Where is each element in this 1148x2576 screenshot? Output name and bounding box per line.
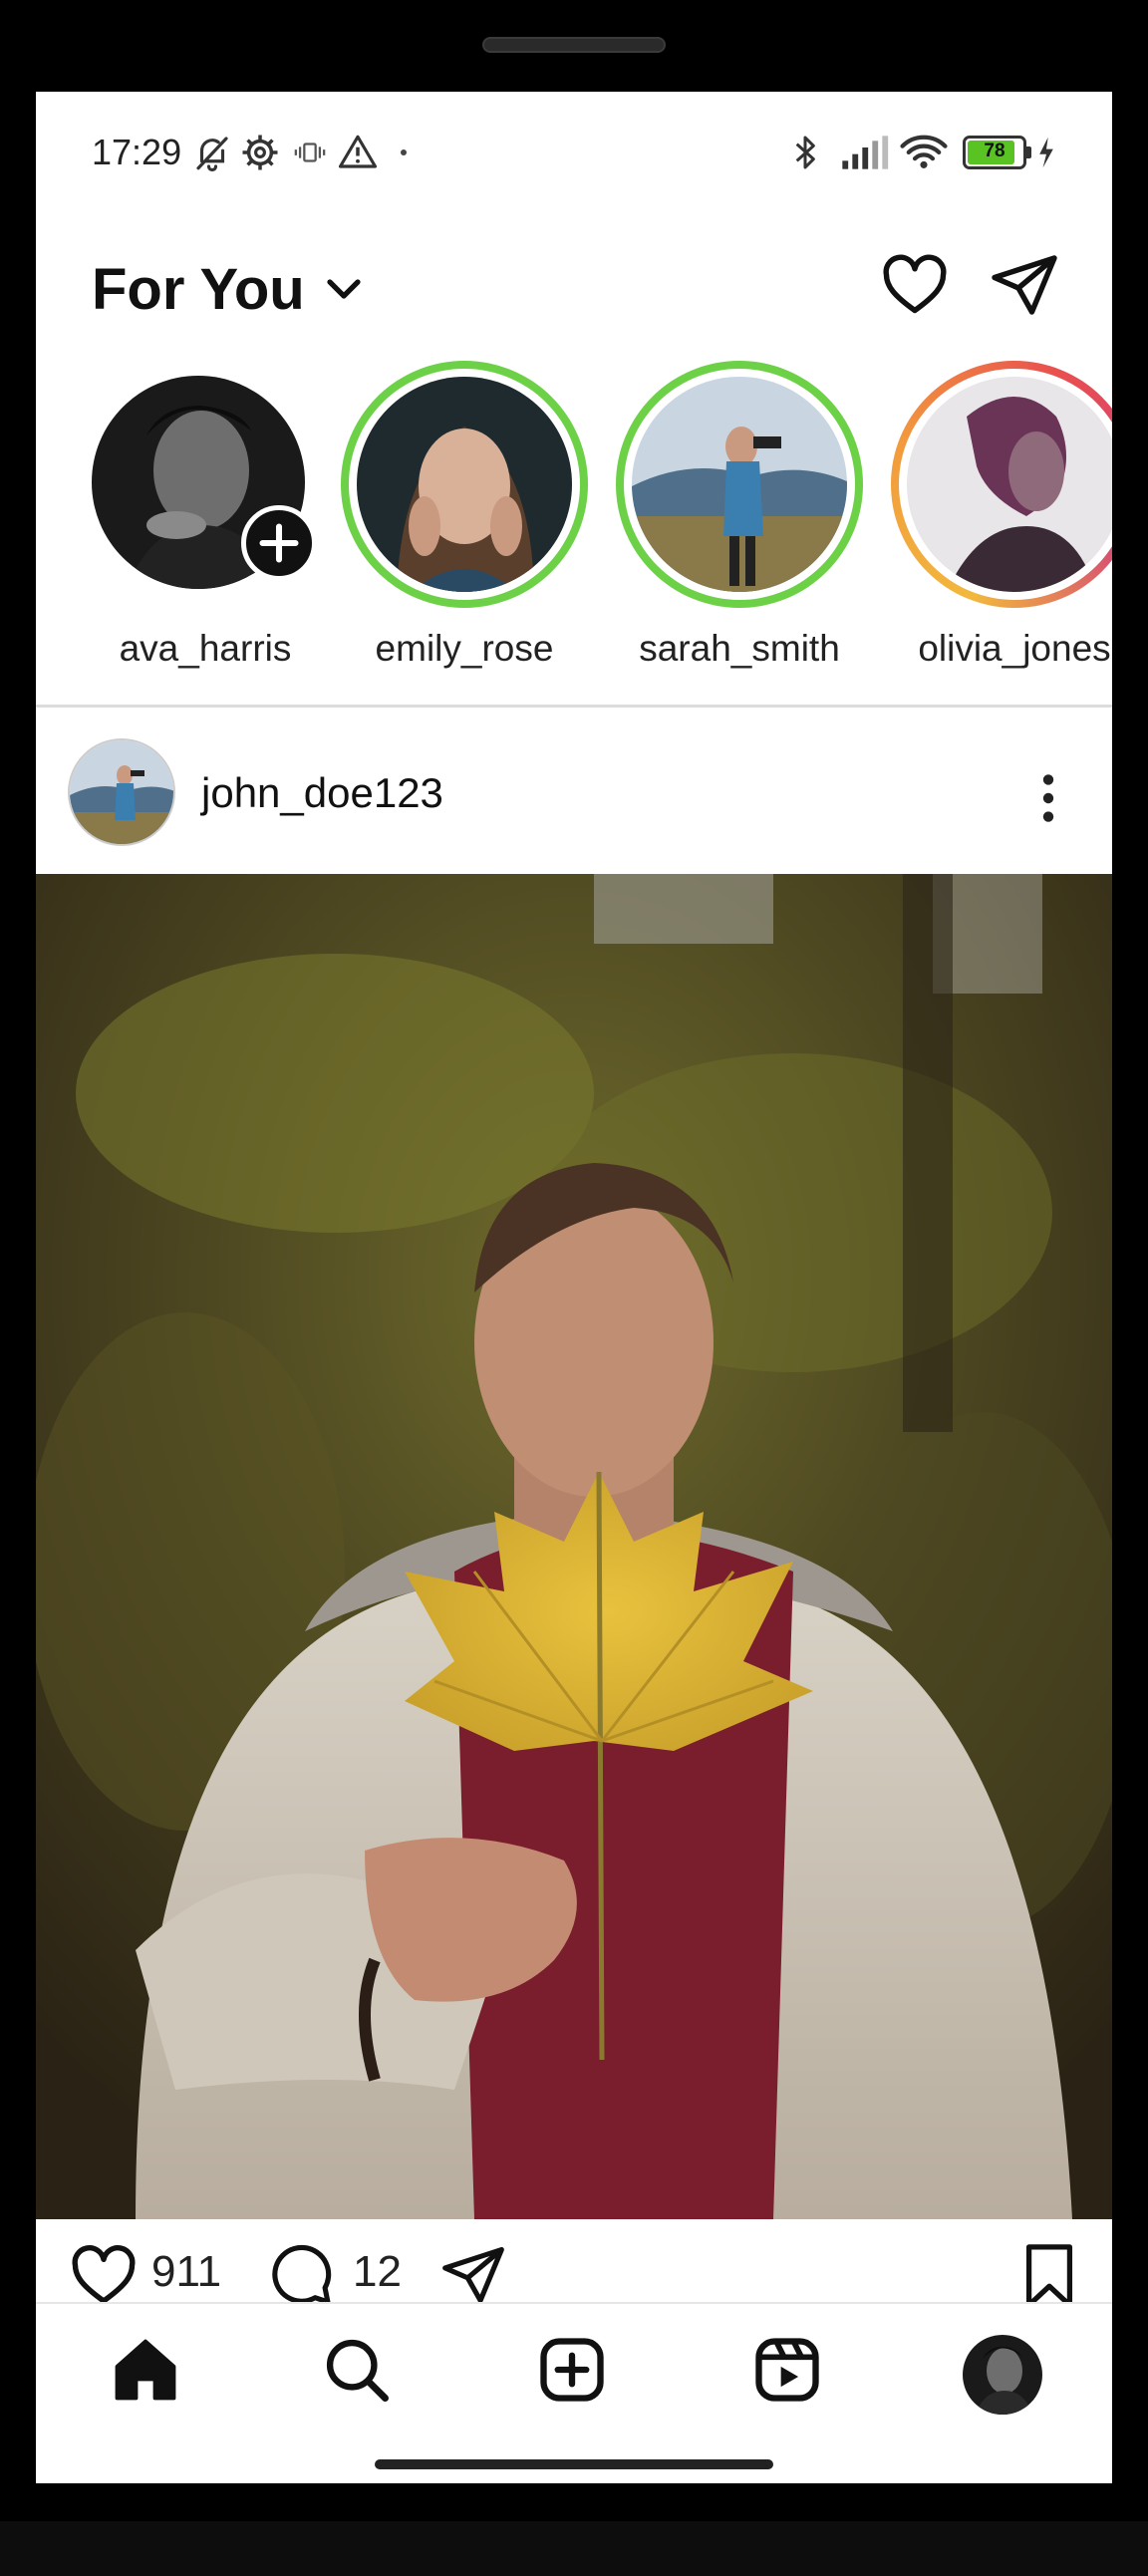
charging-bolt-icon — [1039, 137, 1053, 168]
send-icon[interactable] — [989, 249, 1060, 321]
alert-triangle-icon — [338, 135, 378, 168]
add-post-icon[interactable] — [534, 2332, 610, 2408]
phone-frame: 17:29 78 For You ava_harris emily_rose s… — [0, 0, 1148, 2576]
status-time: 17:29 — [92, 132, 182, 172]
story-avatar — [632, 377, 847, 592]
bell-off-icon — [196, 137, 228, 172]
status-bar: 17:29 78 — [36, 92, 1112, 216]
post-author-avatar[interactable] — [68, 738, 175, 846]
add-story-button[interactable] — [241, 505, 317, 581]
battery-icon: 78 — [963, 136, 1031, 169]
bluetooth-icon — [795, 136, 815, 169]
share-icon[interactable] — [438, 2241, 508, 2309]
app-screen: 17:29 78 For You ava_harris emily_rose s… — [36, 92, 1112, 2483]
bottom-navigation — [36, 2302, 1112, 2483]
settings-gear-icon — [242, 135, 278, 170]
search-icon[interactable] — [319, 2332, 395, 2408]
comment-icon[interactable] — [267, 2241, 335, 2309]
post-username[interactable]: john_doe123 — [201, 769, 443, 817]
story-username: olivia_jones — [918, 628, 1111, 669]
stories-row: ava_harris emily_rose sarah_smith olivia… — [36, 361, 1112, 705]
reels-icon[interactable] — [749, 2332, 825, 2408]
bookmark-icon[interactable] — [1018, 2241, 1080, 2311]
wifi-icon — [900, 135, 948, 168]
signal-icon — [842, 136, 889, 169]
profile-avatar[interactable] — [963, 2335, 1042, 2415]
phone-bottom-bezel — [0, 2521, 1148, 2576]
post-actions-bar: 911 12 — [36, 2219, 1112, 2308]
comment-count: 12 — [353, 2247, 402, 2296]
story-item-olivia-jones[interactable]: olivia_jones — [891, 361, 1112, 700]
dot-icon — [401, 149, 407, 155]
post-image[interactable] — [36, 874, 1112, 2219]
story-avatar — [907, 377, 1112, 592]
story-item-sarah-smith[interactable]: sarah_smith — [616, 361, 875, 700]
plus-icon — [259, 523, 299, 563]
earpiece-speaker — [482, 37, 666, 53]
post-header: john_doe123 — [36, 708, 1112, 872]
vibrate-icon — [294, 143, 326, 162]
chevron-down-icon[interactable] — [323, 274, 365, 304]
feed-title[interactable]: For You — [92, 256, 305, 323]
home-icon[interactable] — [108, 2332, 183, 2408]
like-count: 911 — [151, 2247, 222, 2296]
app-header: For You — [36, 216, 1112, 366]
like-icon[interactable] — [68, 2241, 140, 2307]
more-options-icon[interactable] — [1035, 772, 1061, 824]
story-item-emily-rose[interactable]: emily_rose — [341, 361, 600, 700]
story-avatar — [357, 377, 572, 592]
battery-level: 78 — [984, 141, 1005, 161]
heart-icon[interactable] — [879, 249, 951, 321]
home-indicator[interactable] — [375, 2459, 773, 2469]
